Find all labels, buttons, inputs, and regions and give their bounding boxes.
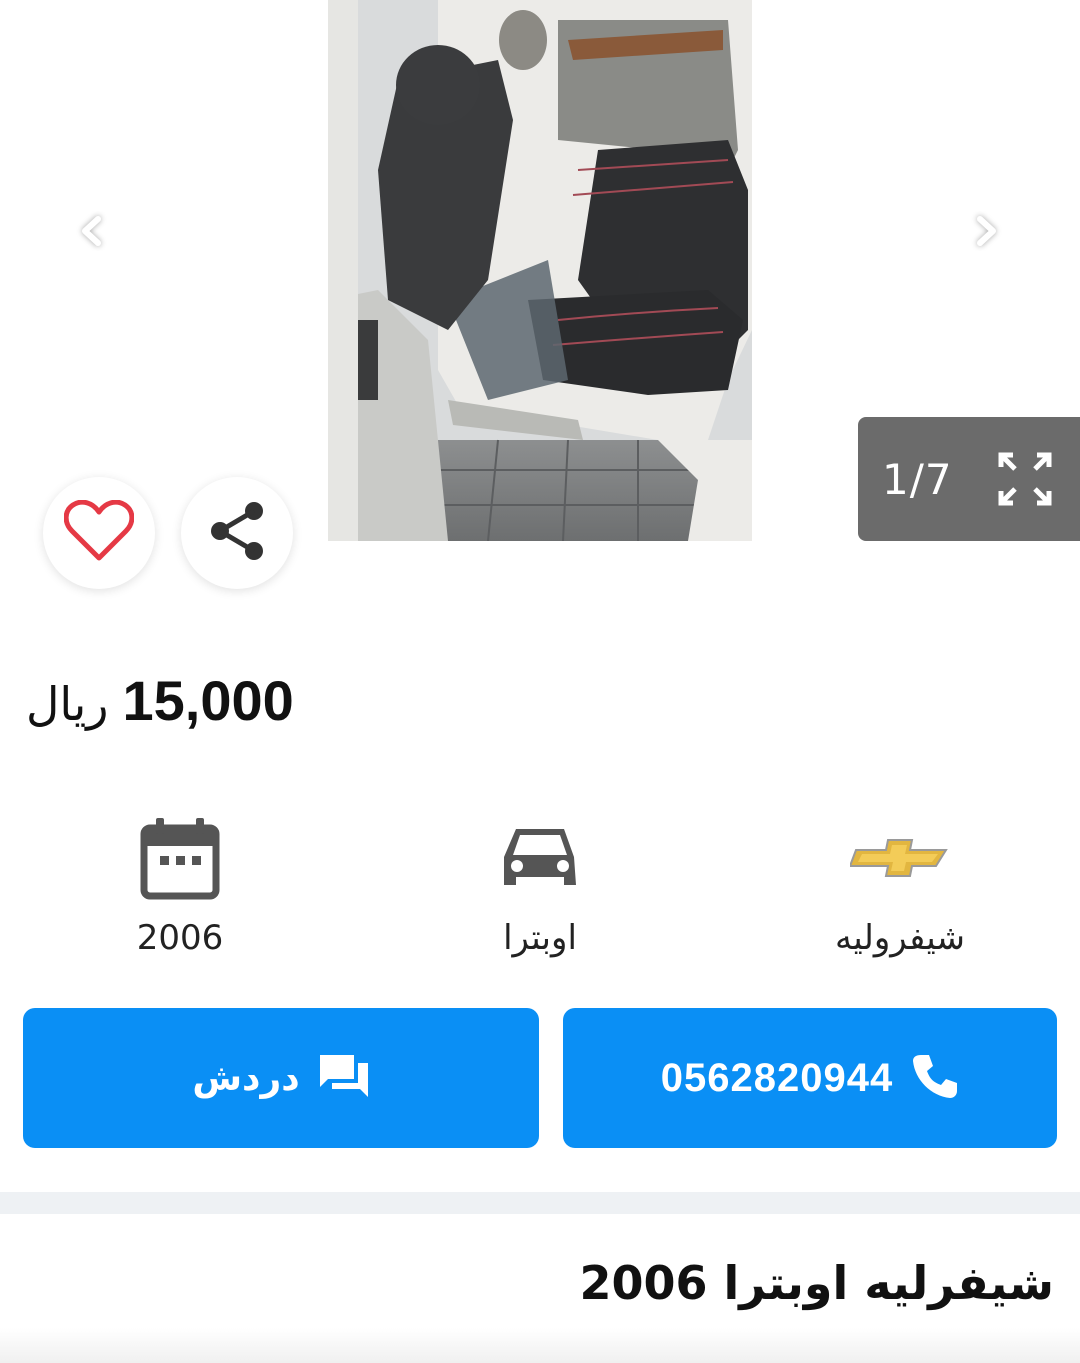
spec-model-label: اوبترا — [503, 918, 577, 958]
spec-model: اوبترا — [410, 808, 670, 958]
chevrolet-logo-icon — [770, 808, 1030, 908]
previous-photo-button[interactable] — [64, 205, 120, 261]
heart-icon — [63, 499, 135, 566]
share-icon — [208, 500, 266, 566]
listing-title: شيفرليه اوبترا 2006 — [579, 1256, 1054, 1310]
chevron-left-icon — [72, 211, 112, 255]
spec-year: 2006 — [50, 808, 310, 958]
chevron-right-icon — [966, 211, 1006, 255]
favorite-button[interactable] — [43, 477, 155, 589]
next-photo-button[interactable] — [958, 205, 1014, 261]
section-divider — [0, 1192, 1080, 1214]
price-amount: 15,000 — [122, 669, 294, 732]
car-specs: 2006 اوبترا شيفروليه — [0, 808, 1080, 978]
bottom-fade — [0, 1328, 1080, 1363]
price-currency: ريال — [26, 677, 109, 731]
chat-button-label: دردش — [192, 1057, 300, 1099]
spec-make-label: شيفروليه — [835, 918, 965, 958]
fullscreen-icon — [997, 451, 1053, 507]
chat-button[interactable]: دردش — [23, 1008, 539, 1148]
car-icon — [410, 808, 670, 908]
calendar-icon — [50, 808, 310, 908]
image-gallery[interactable]: 1/7 — [0, 0, 1080, 600]
spec-make: شيفروليه — [770, 808, 1030, 958]
price: ريال 15,000 — [26, 668, 294, 748]
share-button[interactable] — [181, 477, 293, 589]
chat-icon — [318, 1053, 370, 1103]
call-button-phone-number: 0562820944 — [660, 1055, 894, 1100]
phone-icon — [911, 1052, 959, 1104]
photo-counter-fullscreen-button[interactable]: 1/7 — [858, 417, 1080, 541]
call-button[interactable]: 0562820944 — [563, 1008, 1057, 1148]
listing-photo[interactable] — [328, 0, 752, 541]
photo-counter: 1/7 — [882, 454, 953, 504]
spec-year-label: 2006 — [136, 918, 224, 958]
